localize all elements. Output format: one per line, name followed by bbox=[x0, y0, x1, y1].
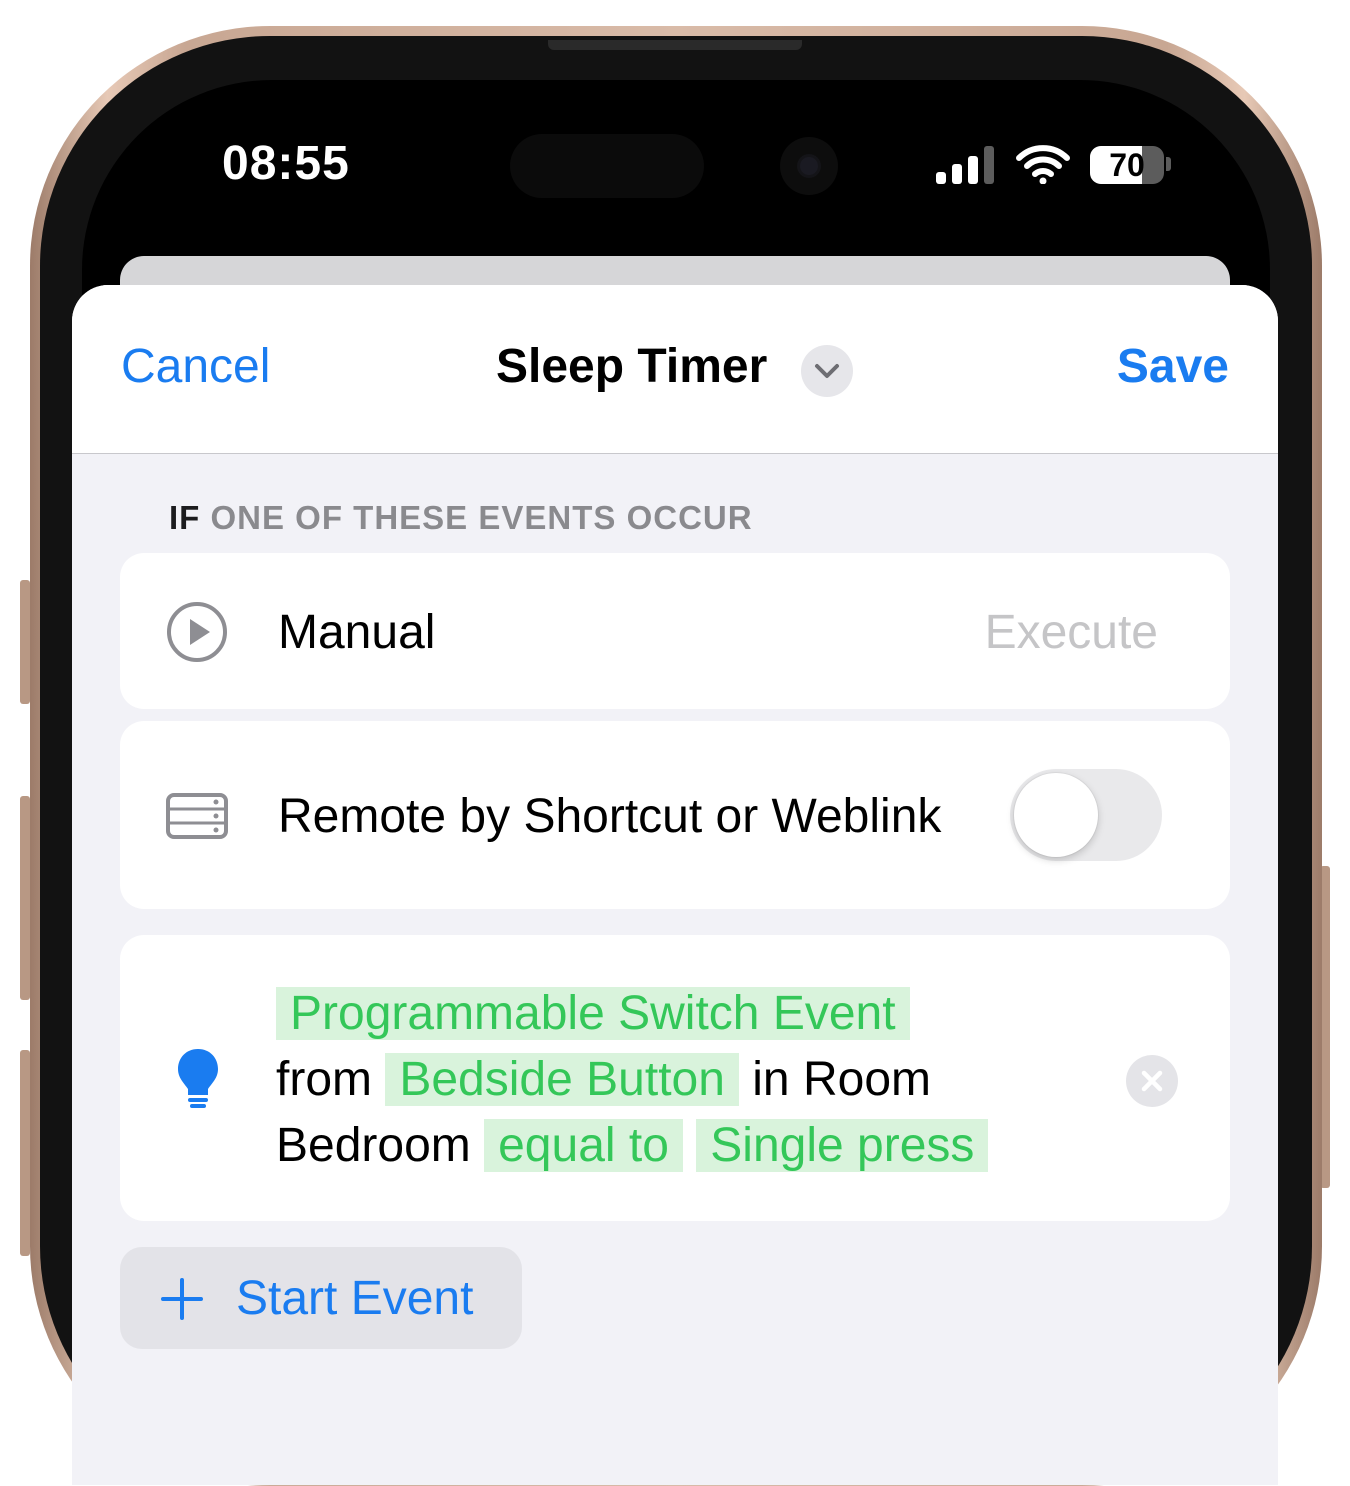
front-camera bbox=[780, 137, 838, 195]
battery-cap bbox=[1166, 157, 1171, 171]
title-menu-button[interactable] bbox=[801, 345, 853, 397]
section-header-text: ONE OF THESE EVENTS OCCUR bbox=[210, 499, 753, 536]
in-room-text: in Room bbox=[752, 1053, 931, 1106]
switch-event-row[interactable]: Programmable Switch Event from Bedside B… bbox=[120, 935, 1230, 1221]
cancel-button[interactable]: Cancel bbox=[121, 339, 270, 394]
wifi-icon bbox=[1016, 145, 1070, 184]
start-event-label: Start Event bbox=[236, 1272, 474, 1325]
remote-label: Remote by Shortcut or Weblink bbox=[278, 790, 942, 843]
event-type-token[interactable]: Programmable Switch Event bbox=[276, 987, 910, 1040]
automation-editor-sheet: Cancel Sleep Timer Save IF ONE OF THESE … bbox=[72, 285, 1278, 1485]
lightbulb-icon bbox=[178, 1049, 218, 1108]
play-circle-icon bbox=[167, 602, 227, 662]
volume-up-button[interactable] bbox=[20, 796, 30, 1000]
value-token[interactable]: Single press bbox=[696, 1119, 989, 1172]
start-event-button[interactable]: Start Event bbox=[120, 1247, 522, 1349]
close-icon bbox=[1141, 1070, 1163, 1092]
remove-event-button[interactable] bbox=[1126, 1055, 1178, 1107]
chevron-down-icon bbox=[815, 364, 839, 378]
manual-trigger-row[interactable]: Manual Execute bbox=[120, 553, 1230, 709]
section-header: IF ONE OF THESE EVENTS OCCUR bbox=[169, 499, 753, 537]
manual-label: Manual bbox=[278, 606, 436, 659]
remote-trigger-row: Remote by Shortcut or Weblink bbox=[120, 721, 1230, 909]
from-text: from bbox=[276, 1053, 372, 1106]
battery-icon: 70 bbox=[1090, 146, 1164, 184]
rule-sentence: Programmable Switch Event from Bedside B… bbox=[276, 981, 1076, 1179]
section-header-if: IF bbox=[169, 499, 201, 536]
earpiece-grille bbox=[548, 40, 802, 50]
dynamic-island bbox=[510, 134, 704, 198]
status-time: 08:55 bbox=[222, 137, 350, 190]
execute-button[interactable]: Execute bbox=[985, 605, 1158, 660]
battery-level: 70 bbox=[1109, 147, 1145, 183]
server-icon bbox=[166, 793, 228, 839]
room-text: Bedroom bbox=[276, 1119, 471, 1172]
device-token[interactable]: Bedside Button bbox=[385, 1053, 739, 1106]
cellular-signal-icon bbox=[936, 146, 996, 184]
comparator-token[interactable]: equal to bbox=[484, 1119, 683, 1172]
plus-icon bbox=[161, 1278, 203, 1320]
navigation-bar: Cancel Sleep Timer Save bbox=[72, 285, 1278, 454]
action-button[interactable] bbox=[20, 580, 30, 704]
page-title[interactable]: Sleep Timer bbox=[496, 339, 767, 394]
remote-toggle[interactable] bbox=[1010, 769, 1162, 861]
toggle-knob bbox=[1014, 773, 1098, 857]
volume-down-button[interactable] bbox=[20, 1050, 30, 1256]
save-button[interactable]: Save bbox=[1117, 339, 1229, 394]
